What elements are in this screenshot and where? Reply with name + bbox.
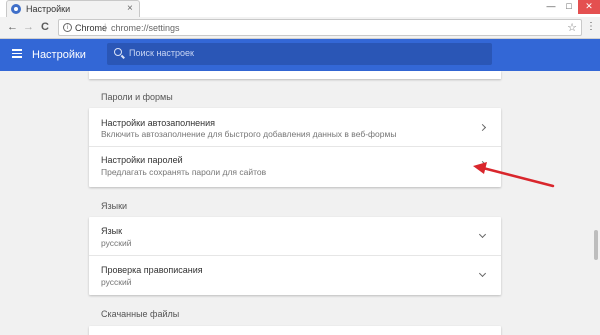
- browser-menu-icon[interactable]: ⋮: [586, 21, 596, 32]
- chevron-down-icon[interactable]: [478, 230, 487, 239]
- forward-icon[interactable]: →: [23, 21, 34, 33]
- passwords-card: Настройки автозаполнения Включить автоза…: [89, 108, 501, 187]
- tab-title: Настройки: [26, 4, 71, 14]
- section-label-languages: Языки: [101, 201, 128, 211]
- search-icon: [114, 48, 122, 56]
- row-title: Настройки паролей: [101, 155, 183, 165]
- close-window-button[interactable]: ✕: [578, 0, 600, 14]
- downloads-card: [89, 326, 501, 335]
- annotation-arrow: [473, 162, 555, 188]
- spellcheck-row[interactable]: Проверка правописания русский: [89, 256, 501, 295]
- window-controls: — □ ✕: [542, 0, 600, 14]
- row-subtitle: русский: [101, 277, 132, 287]
- previous-card-bottom: [89, 71, 501, 79]
- chevron-down-icon[interactable]: [478, 269, 487, 278]
- languages-card: Язык русский Проверка правописания русск…: [89, 217, 501, 295]
- language-row[interactable]: Язык русский: [89, 217, 501, 256]
- settings-gear-icon: [11, 4, 21, 14]
- bookmark-star-icon[interactable]: ☆: [567, 21, 577, 34]
- autofill-settings-row[interactable]: Настройки автозаполнения Включить автоза…: [89, 108, 501, 147]
- section-label-passwords: Пароли и формы: [101, 92, 173, 102]
- browser-tab[interactable]: Настройки ×: [6, 0, 140, 17]
- maximize-button[interactable]: □: [560, 0, 578, 14]
- search-placeholder: Поиск настроек: [129, 48, 194, 58]
- chevron-right-icon: [478, 123, 487, 132]
- row-subtitle: Включить автозаполнение для быстрого доб…: [101, 129, 397, 139]
- back-icon[interactable]: ←: [7, 21, 18, 33]
- omnibox-url[interactable]: chrome://settings: [111, 23, 180, 33]
- omnibox-separator: |: [104, 22, 107, 32]
- row-subtitle: русский: [101, 238, 132, 248]
- settings-search-input[interactable]: Поиск настроек: [107, 43, 492, 65]
- title-bar: Настройки × — □ ✕: [0, 0, 600, 18]
- site-info-icon[interactable]: i: [63, 23, 72, 32]
- reload-icon[interactable]: C: [41, 21, 49, 33]
- scrollbar-thumb[interactable]: [594, 230, 598, 260]
- tab-close-icon[interactable]: ×: [127, 3, 133, 14]
- row-title: Язык: [101, 226, 123, 236]
- section-label-downloads: Скачанные файлы: [101, 309, 180, 319]
- row-subtitle: Предлагать сохранять пароли для сайтов: [101, 167, 267, 177]
- settings-content: Пароли и формы Настройки автозаполнения …: [0, 71, 600, 335]
- page-title: Настройки: [32, 49, 86, 61]
- omnibox-chrome-label: Chrome: [75, 23, 108, 33]
- settings-header: Настройки Поиск настроек: [0, 39, 600, 71]
- minimize-button[interactable]: —: [542, 0, 560, 14]
- hamburger-menu-icon[interactable]: [12, 49, 22, 58]
- password-settings-row[interactable]: Настройки паролей Предлагать сохранять п…: [89, 147, 501, 187]
- row-title: Настройки автозаполнения: [101, 118, 216, 128]
- browser-toolbar: ← → C i Chrome | chrome://settings ☆ ⋮: [0, 17, 600, 39]
- row-title: Проверка правописания: [101, 265, 203, 275]
- address-bar[interactable]: i Chrome | chrome://settings ☆: [58, 19, 582, 36]
